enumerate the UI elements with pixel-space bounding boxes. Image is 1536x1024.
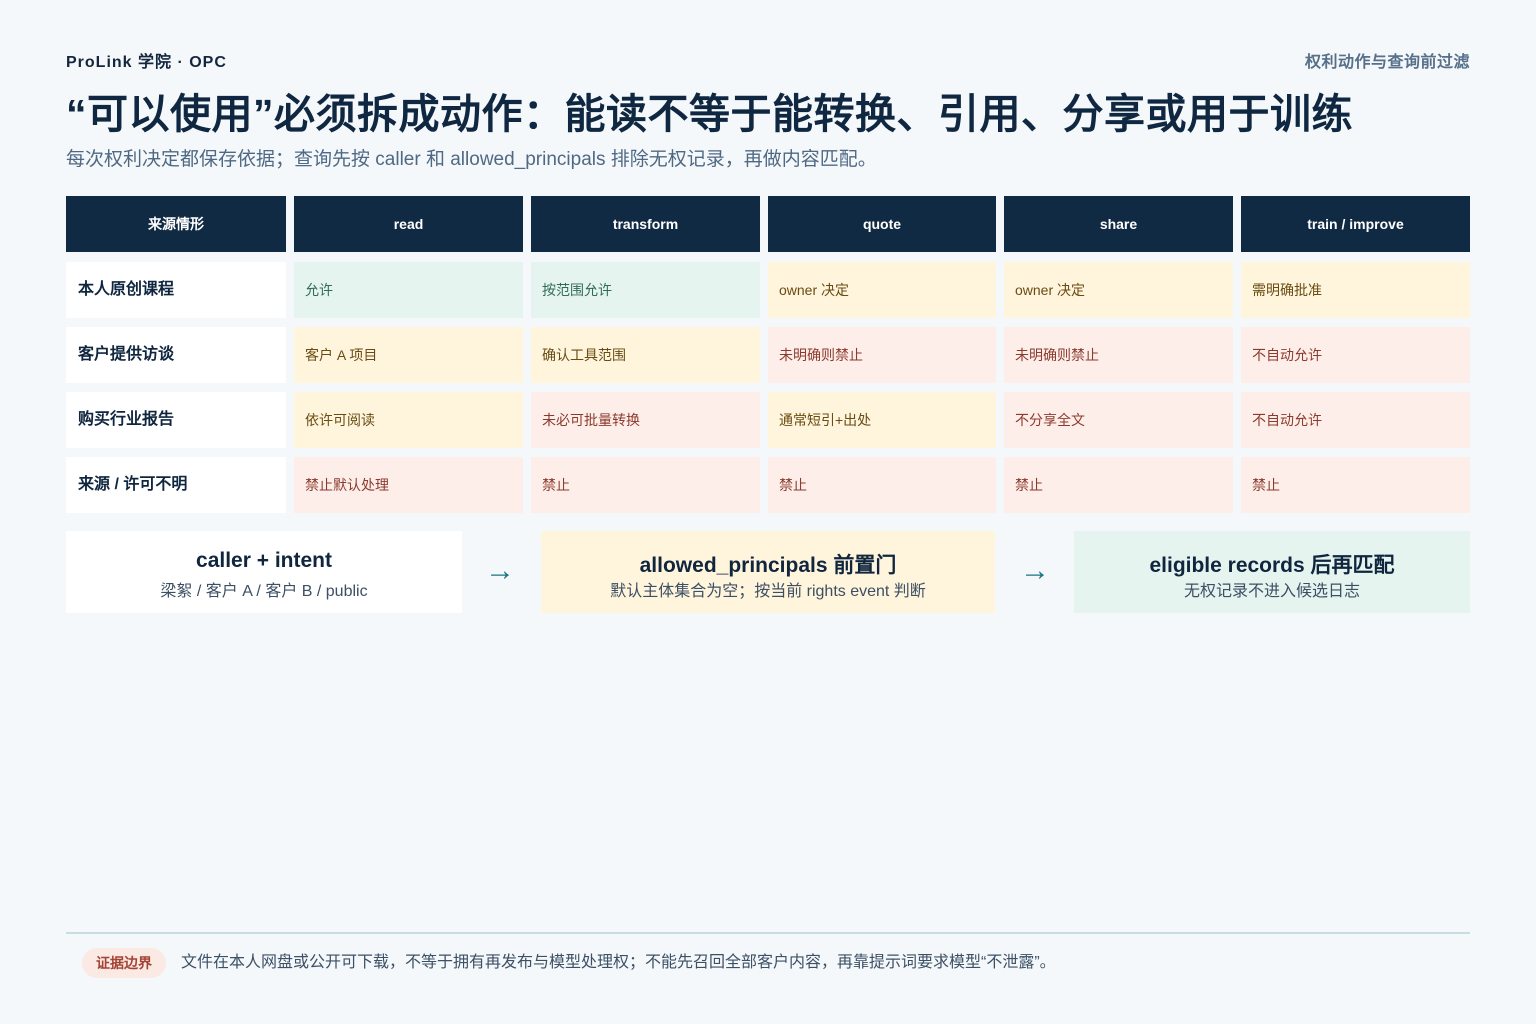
matrix-cell: 禁止 [768, 457, 996, 513]
column-header-train: train / improve [1241, 196, 1470, 252]
matrix-cell: 依许可阅读 [294, 392, 523, 448]
matrix-cell: 不自动允许 [1241, 392, 1470, 448]
flow-step-subtitle: 无权记录不进入候选日志 [1183, 583, 1360, 600]
right-arrow-icon: → [1020, 554, 1050, 587]
row-label: 客户提供访谈 [66, 327, 286, 383]
right-arrow-icon: → [485, 554, 515, 587]
flow-step-subtitle: 默认主体集合为空；按当前 rights event 判断 [610, 583, 926, 600]
matrix-cell: 未明确则禁止 [768, 327, 996, 383]
column-header-transform: transform [531, 196, 760, 252]
page-subtitle: 每次权利决定都保存依据；查询先按 caller 和 allowed_princi… [66, 149, 877, 170]
matrix-cell: 禁止默认处理 [294, 457, 523, 513]
flow-step-caller: caller + intent 梁絮 / 客户 A / 客户 B / publi… [66, 531, 462, 613]
column-header-quote: quote [768, 196, 996, 252]
flow-step-title: eligible records 后再匹配 [1149, 554, 1395, 577]
row-label: 购买行业报告 [66, 392, 286, 448]
column-header-share: share [1004, 196, 1233, 252]
matrix-cell: 允许 [294, 262, 523, 318]
matrix-cell: 通常短引+出处 [768, 392, 996, 448]
matrix-cell: 不分享全文 [1004, 392, 1233, 448]
brand-label: ProLink 学院 · OPC [66, 54, 227, 71]
top-bar: ProLink 学院 · OPC 权利动作与查询前过滤 [66, 48, 1470, 72]
matrix-cell: 需明确批准 [1241, 262, 1470, 318]
flow-step-gate: allowed_principals 前置门 默认主体集合为空；按当前 righ… [541, 531, 995, 613]
matrix-cell: 确认工具范围 [531, 327, 760, 383]
page-title: “可以使用”必须拆成动作：能读不等于能转换、引用、分享或用于训练 [66, 91, 1353, 137]
slide: ProLink 学院 · OPC 权利动作与查询前过滤 “可以使用”必须拆成动作… [66, 0, 1470, 1024]
row-label: 来源 / 许可不明 [66, 457, 286, 513]
matrix-cell: 未明确则禁止 [1004, 327, 1233, 383]
row-label: 本人原创课程 [66, 262, 286, 318]
matrix-cell: 未必可批量转换 [531, 392, 760, 448]
matrix-cell: 禁止 [1004, 457, 1233, 513]
flow-step-title: caller + intent [196, 549, 332, 572]
matrix-cell: 客户 A 项目 [294, 327, 523, 383]
matrix-cell: 禁止 [1241, 457, 1470, 513]
footer-note: 文件在本人网盘或公开可下载，不等于拥有再发布与模型处理权；不能先召回全部客户内容… [181, 954, 1056, 971]
matrix-cell: 不自动允许 [1241, 327, 1470, 383]
column-header-source: 来源情形 [66, 196, 286, 252]
flow-step-title: allowed_principals 前置门 [639, 554, 897, 577]
column-header-read: read [294, 196, 523, 252]
matrix-cell: owner 决定 [768, 262, 996, 318]
section-label: 权利动作与查询前过滤 [1304, 54, 1470, 71]
matrix-cell: owner 决定 [1004, 262, 1233, 318]
footer-divider [66, 932, 1470, 934]
flow-step-eligible: eligible records 后再匹配 无权记录不进入候选日志 [1074, 531, 1470, 613]
matrix-cell: 禁止 [531, 457, 760, 513]
evidence-badge: 证据边界 [82, 948, 166, 978]
query-flow: caller + intent 梁絮 / 客户 A / 客户 B / publi… [66, 531, 1470, 613]
matrix-cell: 按范围允许 [531, 262, 760, 318]
flow-step-subtitle: 梁絮 / 客户 A / 客户 B / public [160, 583, 368, 600]
